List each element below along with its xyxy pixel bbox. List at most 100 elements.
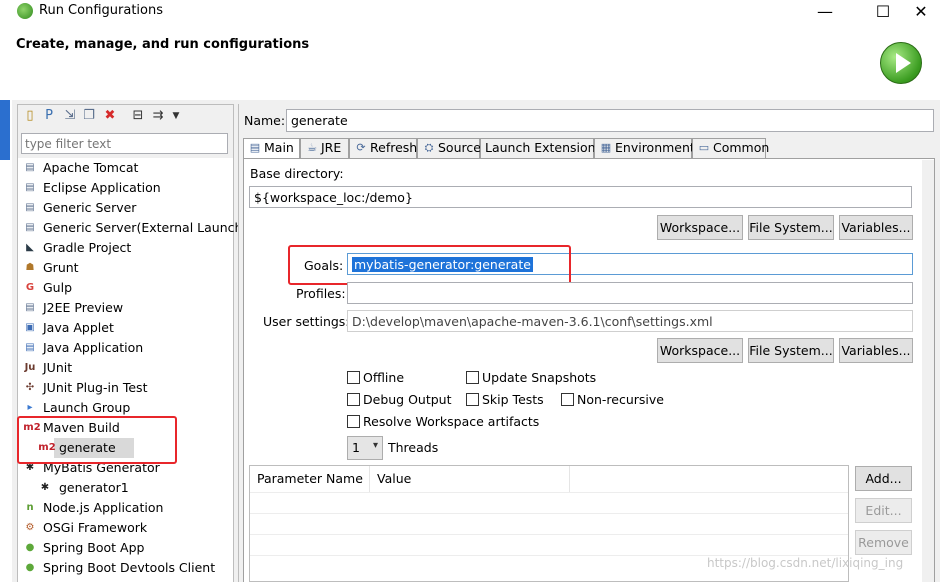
- applet-icon: ▣: [25, 322, 35, 333]
- tab-label: Launch Extensions: [485, 140, 603, 155]
- configurations-toolbar: ▯ P ⇲ ❐ ✖ ⊟ ⇉ ▼: [18, 105, 233, 127]
- tree-item[interactable]: ● Spring Boot App: [18, 538, 233, 558]
- tab-refresh[interactable]: ⟳ Refresh: [349, 138, 417, 158]
- tab-label: Source: [438, 140, 481, 155]
- skip-tests-checkbox[interactable]: [466, 393, 479, 406]
- edit-parameter-button[interactable]: Edit...: [855, 498, 912, 523]
- collapse-all-icon[interactable]: ⊟: [130, 108, 146, 124]
- debug-output-label: Debug Output: [363, 392, 452, 407]
- threads-select[interactable]: 1 ▾: [347, 436, 383, 460]
- add-parameter-button[interactable]: Add...: [855, 466, 912, 491]
- tab-source[interactable]: ⛭ Source: [417, 138, 481, 158]
- chevron-down-icon: ▾: [372, 440, 378, 451]
- variables-button[interactable]: Variables...: [839, 215, 913, 240]
- file-system-button-2[interactable]: File System...: [748, 338, 834, 363]
- tab-label: Main: [264, 140, 294, 155]
- parameter-value-header[interactable]: Value: [370, 466, 570, 492]
- duplicate-configuration-icon[interactable]: ❐: [81, 108, 97, 124]
- tree-item-label: generator1: [59, 480, 129, 495]
- tree-item[interactable]: ✱ generator1: [18, 478, 233, 498]
- tree-item[interactable]: ▤ Generic Server(External Launch): [18, 218, 247, 238]
- tree-item[interactable]: ☗ Grunt: [18, 258, 233, 278]
- workspace-button[interactable]: Workspace...: [657, 215, 743, 240]
- tree-item[interactable]: ▤ Generic Server: [18, 198, 233, 218]
- tab-main[interactable]: ▤ Main: [243, 138, 300, 159]
- tree-item-label: Apache Tomcat: [43, 160, 139, 175]
- tree-item[interactable]: ✣ JUnit Plug-in Test: [18, 378, 233, 398]
- variables-button-2[interactable]: Variables...: [839, 338, 913, 363]
- base-directory-label: Base directory:: [250, 166, 344, 181]
- background-window-edge: [0, 100, 12, 582]
- tree-item-label: Java Application: [43, 340, 144, 355]
- tree-item[interactable]: ▤ Eclipse Application: [18, 178, 233, 198]
- junit-plugin-icon: ✣: [25, 382, 35, 393]
- offline-checkbox[interactable]: [347, 371, 360, 384]
- tree-item-label: Spring Boot App: [43, 540, 145, 555]
- filter-icon[interactable]: ⇉: [150, 108, 166, 124]
- delete-configuration-icon[interactable]: ✖: [102, 108, 118, 124]
- profiles-label: Profiles:: [296, 286, 346, 301]
- parameter-name-header[interactable]: Parameter Name: [250, 466, 370, 492]
- junit-icon: Ju: [24, 362, 36, 373]
- tree-item-label: JUnit Plug-in Test: [43, 380, 148, 395]
- spring-icon: ●: [25, 542, 35, 553]
- tree-item[interactable]: ▸ Launch Group: [18, 398, 233, 418]
- tab-common[interactable]: ▭ Common: [692, 138, 770, 158]
- tab-launch-extensions[interactable]: Launch Extensions: [480, 138, 602, 158]
- tab-label: Common: [713, 140, 770, 155]
- tree-item[interactable]: ● Spring Boot Devtools Client: [18, 558, 233, 578]
- new-prototype-icon[interactable]: P: [41, 108, 57, 124]
- base-directory-input[interactable]: ${workspace_loc:/demo}: [249, 186, 912, 208]
- workspace-button-2[interactable]: Workspace...: [657, 338, 743, 363]
- update-snapshots-checkbox[interactable]: [466, 371, 479, 384]
- skip-tests-label: Skip Tests: [482, 392, 544, 407]
- osgi-icon: ⚙: [25, 522, 35, 533]
- dialog-header-title: Create, manage, and run configurations: [16, 37, 310, 52]
- tree-item[interactable]: ▤ Java Application: [18, 338, 233, 358]
- tree-item[interactable]: ▤ J2EE Preview: [18, 298, 233, 318]
- tree-item-label: Grunt: [43, 260, 79, 275]
- maximize-button[interactable]: ☐: [860, 0, 906, 24]
- new-configuration-icon[interactable]: ▯: [22, 108, 38, 124]
- tree-item-label: Generic Server(External Launch): [43, 220, 248, 235]
- threads-label: Threads: [388, 440, 439, 455]
- tab-label: Environment: [615, 140, 695, 155]
- user-settings-input[interactable]: D:\develop\maven\apache-maven-3.6.1\conf…: [347, 310, 913, 332]
- tree-item[interactable]: ▣ Java Applet: [18, 318, 233, 338]
- jre-icon: ☕: [307, 141, 317, 154]
- mybatis-icon: ✱: [40, 482, 50, 493]
- resolve-workspace-checkbox[interactable]: [347, 415, 360, 428]
- dialog-header: [0, 24, 940, 100]
- tab-jre[interactable]: ☕ JRE: [300, 138, 349, 158]
- vertical-scrollbar[interactable]: [922, 160, 934, 582]
- tab-label: JRE: [321, 140, 342, 155]
- debug-output-checkbox[interactable]: [347, 393, 360, 406]
- tree-item[interactable]: Ju JUnit: [18, 358, 233, 378]
- tree-item-label: Gradle Project: [43, 240, 132, 255]
- tree-item[interactable]: G Gulp: [18, 278, 233, 298]
- file-system-button[interactable]: File System...: [748, 215, 834, 240]
- refresh-icon: ⟳: [356, 141, 366, 154]
- filter-menu-chevron-icon[interactable]: ▼: [168, 108, 184, 124]
- filter-input[interactable]: [21, 133, 228, 154]
- environment-icon: ▦: [600, 141, 612, 154]
- user-settings-label: User settings:: [263, 314, 350, 329]
- tree-item[interactable]: ⚙ OSGi Framework: [18, 518, 233, 538]
- remove-parameter-button[interactable]: Remove: [855, 530, 912, 555]
- minimize-button[interactable]: —: [802, 0, 848, 24]
- tree-item[interactable]: ◣ Gradle Project: [18, 238, 233, 258]
- name-input[interactable]: generate: [286, 109, 934, 132]
- tree-item-label: Gulp: [43, 280, 73, 295]
- export-configuration-icon[interactable]: ⇲: [62, 108, 78, 124]
- close-button[interactable]: ✕: [902, 0, 940, 24]
- tree-item-label: Spring Boot Devtools Client: [43, 560, 216, 575]
- doc-icon: ▤: [25, 202, 35, 213]
- gulp-icon: G: [25, 282, 35, 293]
- tree-item[interactable]: ▤ Apache Tomcat: [18, 158, 233, 178]
- update-snapshots-label: Update Snapshots: [482, 370, 597, 385]
- launch-group-icon: ▸: [27, 402, 33, 413]
- non-recursive-checkbox[interactable]: [561, 393, 574, 406]
- tab-environment[interactable]: ▦ Environment: [594, 138, 695, 158]
- tree-item[interactable]: n Node.js Application: [18, 498, 233, 518]
- profiles-input[interactable]: [347, 282, 913, 304]
